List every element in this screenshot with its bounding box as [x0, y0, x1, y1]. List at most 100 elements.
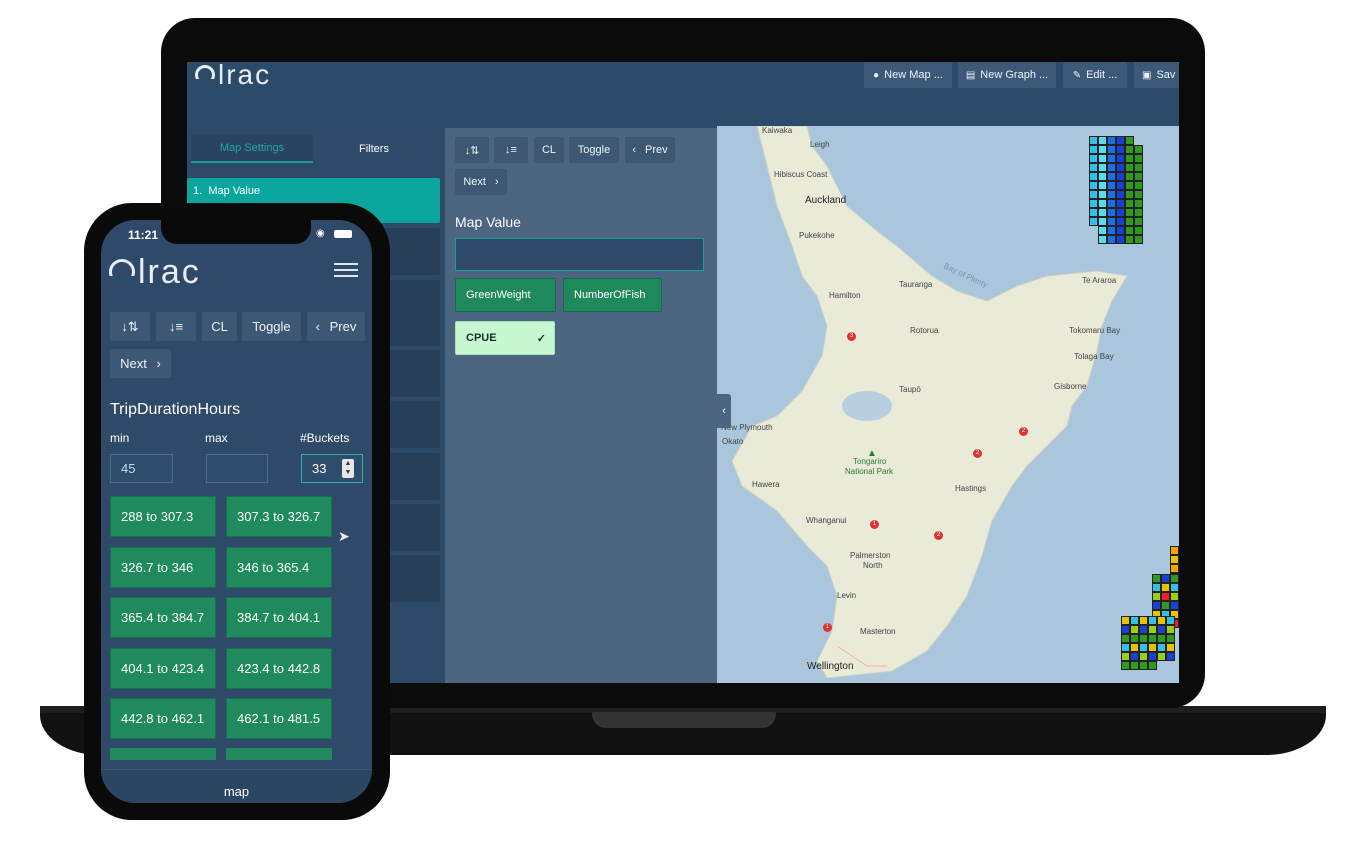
heatmap-cell: [1148, 652, 1157, 661]
number-stepper[interactable]: ▲ ▼: [342, 459, 354, 478]
map-view[interactable]: Kaiwaka Leigh Hibiscus Coast Auckland Pu…: [717, 126, 1179, 683]
heatmap-cell: [1107, 190, 1116, 199]
buckets-input[interactable]: 33 ▲ ▼: [301, 454, 363, 483]
heatmap-cell: [1157, 634, 1166, 643]
heatmap-cell: [1098, 145, 1107, 154]
heatmap-cell: [1107, 145, 1116, 154]
menu-icon[interactable]: [334, 263, 358, 277]
heatmap-cell: [1089, 145, 1098, 154]
map-label: Masterton: [860, 627, 896, 636]
status-time: 11:21: [128, 228, 159, 242]
bucket-button[interactable]: 423.4 to 442.8: [226, 647, 332, 689]
heatmap-cell: [1139, 616, 1148, 625]
toggle-button[interactable]: Toggle: [569, 137, 619, 163]
map-label: Tauranga: [899, 280, 933, 289]
bucket-button[interactable]: 462.1 to 481.5: [226, 698, 332, 739]
new-map-button[interactable]: ● New Map ...: [864, 62, 952, 88]
bucket-button[interactable]: 326.7 to 346: [110, 546, 216, 588]
min-input[interactable]: 45: [110, 454, 173, 483]
wifi-icon: ◉: [316, 228, 325, 239]
collapse-panel-handle[interactable]: ‹: [717, 394, 731, 428]
sort-asc-icon: ↓⇅: [121, 318, 139, 334]
heatmap-cell: [1134, 181, 1143, 190]
next-button[interactable]: Next ›: [110, 349, 171, 378]
heatmap-cell: [1121, 652, 1130, 661]
buckets-label: #Buckets: [300, 431, 350, 445]
tab-map-settings[interactable]: Map Settings: [191, 134, 313, 163]
map-label: Tolaga Bay: [1074, 352, 1114, 361]
heatmap-cell: [1139, 625, 1148, 634]
option-numberoffish[interactable]: NumberOfFish: [563, 278, 662, 312]
option-cpue-selected[interactable]: CPUE ✓: [455, 321, 555, 355]
heatmap-cell: [1125, 154, 1134, 163]
bucket-button[interactable]: 288 to 307.3: [110, 496, 216, 537]
map-label: Palmerston: [850, 551, 891, 560]
heatmap-cell: [1089, 208, 1098, 217]
sort-asc-icon: ↓⇅: [464, 144, 480, 157]
bucket-button[interactable]: 365.4 to 384.7: [110, 597, 216, 638]
sort-asc-button[interactable]: ↓⇅: [455, 137, 489, 163]
heatmap-cell: [1116, 226, 1125, 235]
map-label: Hamilton: [829, 291, 861, 300]
route-marker: 1: [823, 623, 832, 632]
heatmap-cell: [1130, 625, 1139, 634]
heatmap-cell: [1130, 616, 1139, 625]
map-label: Te Araroa: [1082, 276, 1117, 285]
bucket-button-partial[interactable]: [110, 748, 216, 760]
heatmap-cell: [1130, 661, 1139, 670]
heatmap-cell: [1089, 217, 1098, 226]
bucket-button-partial[interactable]: [226, 748, 332, 760]
edit-button[interactable]: ✎ Edit ...: [1063, 62, 1127, 88]
heatmap-cell: [1116, 217, 1125, 226]
heatmap-cell: [1098, 226, 1107, 235]
chevron-left-icon: ‹: [315, 319, 320, 334]
sort-desc-button[interactable]: ↓≡: [494, 137, 528, 163]
tab-filters[interactable]: Filters: [313, 134, 435, 163]
heatmap-cell: [1125, 145, 1134, 154]
route-marker: 2: [934, 531, 943, 540]
heatmap-cell: [1161, 574, 1170, 583]
heatmap-cell: [1116, 145, 1125, 154]
bucket-button[interactable]: 307.3 to 326.7: [226, 496, 332, 537]
bucket-button[interactable]: 384.7 to 404.1: [226, 597, 332, 638]
heatmap-cell: [1148, 616, 1157, 625]
heatmap-cell: [1116, 136, 1125, 145]
heatmap-cell: [1121, 616, 1130, 625]
next-button[interactable]: Next ›: [455, 169, 507, 195]
sort-desc-button[interactable]: ↓≡: [156, 312, 196, 341]
map-label: Levin: [837, 591, 857, 600]
app-logo: lrac: [109, 252, 201, 292]
bottom-tab-map[interactable]: map: [101, 784, 372, 799]
bucket-button[interactable]: 404.1 to 423.4: [110, 647, 216, 689]
heatmap-cell: [1152, 583, 1161, 592]
sort-asc-button[interactable]: ↓⇅: [110, 312, 150, 341]
heatmap-cell: [1098, 163, 1107, 172]
heatmap-cell: [1098, 136, 1107, 145]
check-icon: ✓: [536, 332, 546, 345]
map-label: Taupō: [899, 385, 921, 394]
cl-button[interactable]: CL: [202, 312, 237, 341]
mobile-app-window: 11:21 ◉ lrac ↓⇅ ↓≡ CL Toggle ‹ Prev Next…: [101, 220, 372, 803]
pencil-icon: ✎: [1072, 69, 1082, 81]
map-label: Wellington: [807, 661, 854, 672]
heatmap-cell: [1098, 208, 1107, 217]
map-value-input[interactable]: [455, 238, 704, 271]
bucket-button[interactable]: 346 to 365.4: [226, 546, 332, 588]
save-button[interactable]: ▣ Sav: [1134, 62, 1179, 88]
max-label: max: [205, 431, 228, 445]
bucket-button[interactable]: 442.8 to 462.1: [110, 698, 216, 739]
cl-button[interactable]: CL: [534, 137, 564, 163]
heatmap-cell: [1166, 652, 1175, 661]
heatmap-cell: [1152, 574, 1161, 583]
heatmap-cell: [1125, 217, 1134, 226]
prev-button[interactable]: ‹ Prev: [625, 137, 675, 163]
prev-button[interactable]: ‹ Prev: [307, 312, 365, 341]
new-graph-button[interactable]: ▤ New Graph ...: [958, 62, 1056, 88]
toggle-button[interactable]: Toggle: [242, 312, 301, 341]
heatmap-cell: [1098, 181, 1107, 190]
option-greenweight[interactable]: GreenWeight: [455, 278, 556, 312]
max-input[interactable]: [206, 454, 268, 483]
heatmap-cell: [1107, 172, 1116, 181]
tree-icon: ▲: [867, 448, 877, 459]
phone-notch: [161, 220, 311, 244]
